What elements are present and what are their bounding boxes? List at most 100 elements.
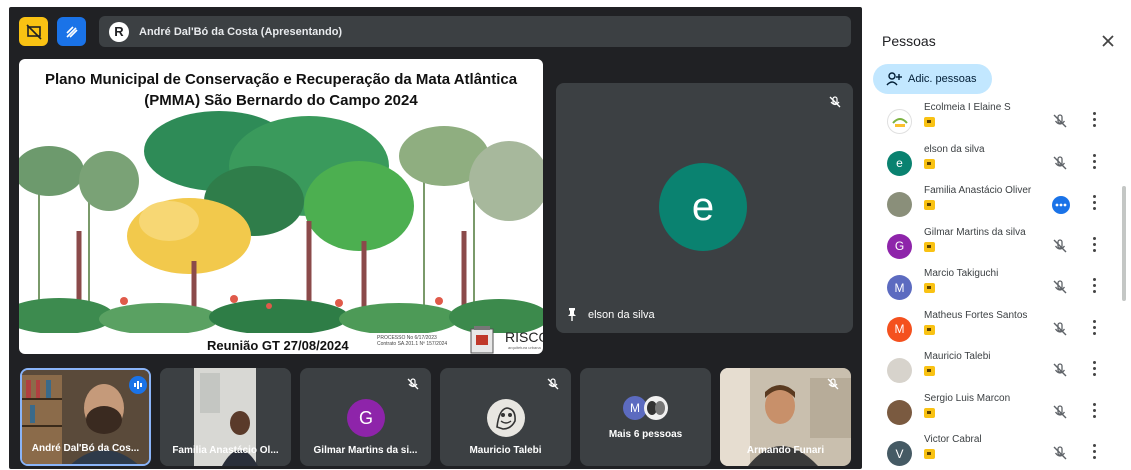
participant-tile[interactable]: G Gilmar Martins da si... xyxy=(300,368,431,466)
participant-row[interactable]: e elson da silva xyxy=(866,143,1116,184)
add-people-button[interactable]: Adic. pessoas xyxy=(873,64,992,94)
presenting-badge-icon xyxy=(924,117,935,127)
presenting-text: André Dal'Bó da Costa (Apresentando) xyxy=(139,25,343,38)
participant-name: Gilmar Martins da si... xyxy=(313,445,418,456)
participant-tile[interactable]: Armando Funari xyxy=(720,368,851,466)
participant-row[interactable]: G Gilmar Martins da silva xyxy=(866,226,1116,267)
participant-name: Marcio Takiguchi xyxy=(924,268,999,279)
close-icon[interactable] xyxy=(1098,31,1118,51)
top-bar: R André Dal'Bó da Costa (Apresentando) xyxy=(9,7,862,55)
slide-title-line2: (PMMA) São Bernardo do Campo 2024 xyxy=(144,92,418,109)
municipal-seal-icon xyxy=(470,326,494,354)
more-participants-label: Mais 6 pessoas xyxy=(608,429,683,440)
participant-name: Gilmar Martins da silva xyxy=(924,226,1026,238)
participant-avatar: M xyxy=(887,275,912,300)
mic-off-icon[interactable] xyxy=(1052,238,1068,254)
participant-avatar: G xyxy=(347,399,385,437)
presenting-badge-icon xyxy=(924,283,935,293)
participant-tile[interactable]: André Dal'Bó da Cos... xyxy=(20,368,151,466)
more-participants-tile[interactable]: M Mais 6 pessoas xyxy=(580,368,711,466)
more-options-icon[interactable] xyxy=(1092,153,1098,170)
process-line2: Contrato SA.201.1 Nº 157/2024 xyxy=(377,341,448,347)
mic-off-icon xyxy=(829,96,841,108)
mic-off-icon[interactable] xyxy=(1052,445,1068,461)
pinned-participant-tile[interactable]: e elson da silva xyxy=(556,83,853,333)
participant-name: Mauricio Talebi xyxy=(469,445,542,456)
presenting-badge-icon xyxy=(924,407,935,418)
mic-off-icon xyxy=(827,378,839,390)
participant-avatar: V xyxy=(887,441,912,466)
participant-row[interactable]: M Marcio Takiguchi xyxy=(866,267,1116,308)
mic-off-icon[interactable] xyxy=(1052,321,1068,337)
pin-icon[interactable] xyxy=(566,307,578,321)
presenting-badge-icon xyxy=(924,158,935,169)
more-options-icon[interactable] xyxy=(1092,112,1098,128)
avatar-stack: M xyxy=(623,396,673,420)
slide-title-line1: Plano Municipal de Conservação e Recuper… xyxy=(44,71,518,88)
mic-off-icon[interactable] xyxy=(1052,362,1068,378)
monkey-avatar-icon xyxy=(487,399,525,437)
participant-row[interactable]: M Matheus Fortes Santos xyxy=(866,309,1116,350)
participant-name: André Dal'Bó da Cos... xyxy=(31,443,140,454)
participant-avatar xyxy=(887,399,912,425)
presenting-badge-icon xyxy=(924,366,935,376)
participant-row[interactable]: Sergio Luis Marcon xyxy=(866,392,1116,433)
panel-title: Pessoas xyxy=(882,33,936,49)
more-options-icon[interactable] xyxy=(1092,444,1098,460)
participant-name: Mauricio Talebi xyxy=(924,351,991,362)
panel-scrollbar[interactable] xyxy=(1122,186,1126,301)
more-options-icon[interactable] xyxy=(1092,361,1098,377)
risco-logo-sub: arquitetura urbana xyxy=(508,345,541,350)
participant-name: Victor Cabral xyxy=(924,434,982,445)
participant-name: Familia Anastácio Oliver xyxy=(924,185,1032,196)
participant-avatar: M xyxy=(887,316,912,342)
presenting-badge-icon xyxy=(924,200,935,210)
forest-illustration xyxy=(19,111,543,333)
more-options-icon[interactable] xyxy=(1092,319,1098,336)
participant-list: Ecolmeia I Elaine S e elson da silva Famili… xyxy=(866,101,1130,469)
presenting-banner: R André Dal'Bó da Costa (Apresentando) xyxy=(99,16,851,47)
participant-name: Familia Anastácio Ol... xyxy=(172,445,279,456)
participant-name: elson da silva xyxy=(924,143,985,155)
participant-avatar xyxy=(887,109,912,134)
participant-avatar: e xyxy=(659,163,747,251)
participant-row[interactable]: Familia Anastácio Oliver xyxy=(866,184,1116,225)
hide-presentation-button[interactable] xyxy=(19,17,48,46)
people-panel: Pessoas Adic. pessoas Ecolmeia I Elaine … xyxy=(866,16,1130,469)
participant-name: Matheus Fortes Santos xyxy=(924,309,1028,321)
participant-name: Ecolmeia I Elaine S xyxy=(924,102,1011,113)
slide-footer: Reunião GT 27/08/2024 xyxy=(207,338,349,353)
more-options-icon[interactable] xyxy=(1092,278,1098,294)
participant-tile[interactable]: Mauricio Talebi xyxy=(440,368,571,466)
presenting-badge-icon xyxy=(924,449,935,459)
mic-off-icon xyxy=(547,378,559,390)
participant-row[interactable]: Mauricio Talebi xyxy=(866,350,1116,391)
masks-avatar-icon xyxy=(644,396,668,420)
more-options-icon[interactable] xyxy=(1092,236,1098,253)
presentation-slide: Plano Municipal de Conservação e Recuper… xyxy=(19,59,543,354)
participant-avatar xyxy=(887,192,912,217)
add-people-label: Adic. pessoas xyxy=(908,73,977,85)
participant-row[interactable]: Ecolmeia I Elaine S xyxy=(866,101,1116,142)
annotate-button[interactable] xyxy=(57,17,86,46)
add-person-icon xyxy=(886,72,902,86)
participant-name: Armando Funari xyxy=(746,445,825,456)
more-actions-bubble-icon[interactable] xyxy=(1052,196,1070,214)
presenter-avatar: R xyxy=(109,21,129,42)
participant-name: Sergio Luis Marcon xyxy=(924,392,1011,404)
mic-off-icon[interactable] xyxy=(1052,404,1068,420)
slide-process-info: PROCESSO No 6/17/2023 Contrato SA.201.1 … xyxy=(377,335,447,347)
mic-off-icon[interactable] xyxy=(1052,113,1068,129)
participant-name: elson da silva xyxy=(588,309,655,321)
more-options-icon[interactable] xyxy=(1092,195,1098,211)
participant-row[interactable]: V Victor Cabral xyxy=(866,433,1116,469)
pen-icon xyxy=(65,25,78,38)
participant-tile[interactable]: Familia Anastácio Ol... xyxy=(160,368,291,466)
slide-title: Plano Municipal de Conservação e Recuper… xyxy=(19,69,543,111)
mic-off-icon[interactable] xyxy=(1052,279,1068,295)
meeting-stage: R André Dal'Bó da Costa (Apresentando) P… xyxy=(9,7,862,469)
participant-avatar: G xyxy=(887,233,912,259)
participant-avatar xyxy=(887,358,912,383)
mic-off-icon[interactable] xyxy=(1052,155,1068,171)
more-options-icon[interactable] xyxy=(1092,402,1098,419)
